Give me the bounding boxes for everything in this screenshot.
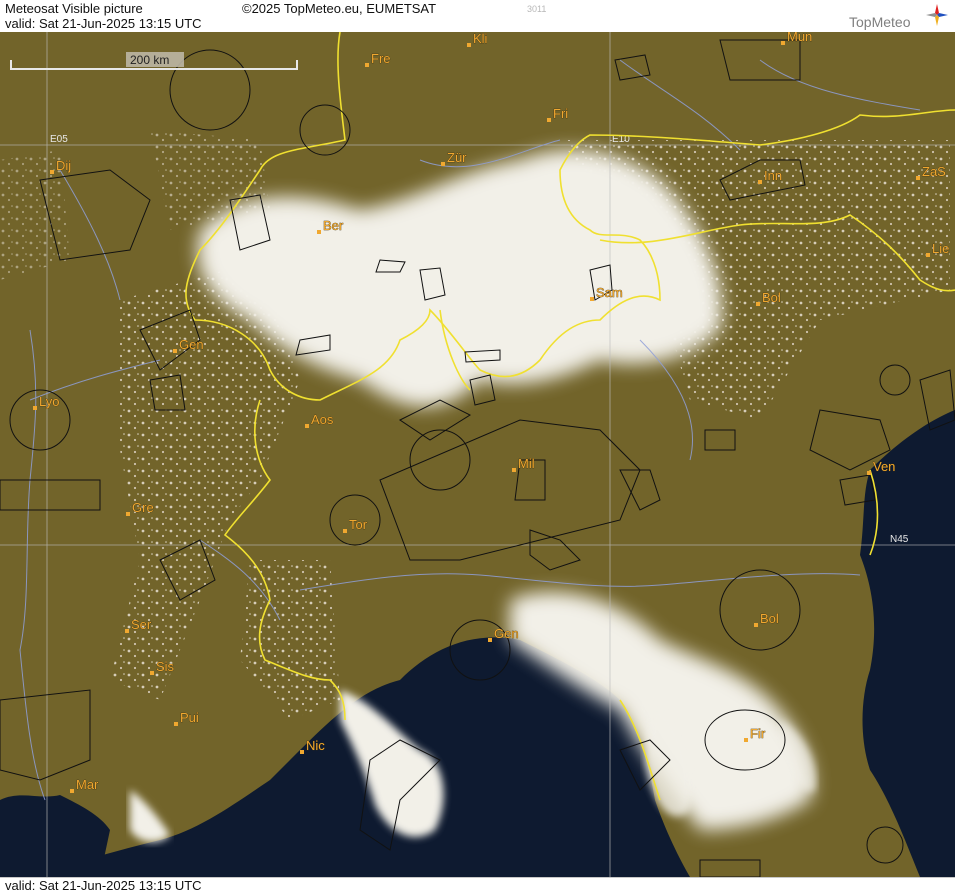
city-dot — [926, 253, 930, 257]
city-label: Gen — [179, 337, 204, 352]
valid-time: valid: Sat 21-Jun-2025 13:15 UTC — [5, 16, 202, 31]
city-dot — [300, 750, 304, 754]
city-label: Lie — [932, 241, 949, 256]
compass-star-icon — [926, 4, 948, 26]
city-label: Gre — [132, 500, 154, 515]
city-dot — [467, 43, 471, 47]
city-label: Gen — [494, 626, 519, 641]
city-label: Kli — [473, 32, 488, 46]
satellite-map: E05 E10 N45 200 km Kli Mun Fre Fri Zür D… — [0, 32, 955, 877]
city-dot — [126, 512, 130, 516]
city-label: Fri — [553, 106, 568, 121]
city-label: Ber — [323, 218, 344, 233]
city-label: Bol — [762, 290, 781, 305]
city-label: Ven — [873, 459, 895, 474]
city-dot — [590, 297, 594, 301]
city-dot — [781, 41, 785, 45]
city-label: Ser — [131, 617, 152, 632]
city-label: Mil — [518, 456, 535, 471]
city-label: Dij — [56, 158, 71, 173]
footer-bar: valid: Sat 21-Jun-2025 13:15 UTC — [0, 877, 955, 894]
city-label: Fir — [750, 726, 766, 741]
city-dot — [50, 170, 54, 174]
city-dot — [744, 738, 748, 742]
city-label: Bol — [760, 611, 779, 626]
scale-bar-label: 200 km — [130, 53, 169, 67]
city-dot — [441, 162, 445, 166]
city-dot — [916, 176, 920, 180]
grid-label-n45: N45 — [890, 534, 909, 545]
product-title: Meteosat Visible picture — [5, 1, 143, 16]
logo-text: TopMeteo — [849, 14, 911, 30]
city-dot — [867, 471, 871, 475]
city-label: Sam — [596, 285, 623, 300]
city-label: Mar — [76, 777, 99, 792]
city-dot — [70, 789, 74, 793]
header-bar: Meteosat Visible picture valid: Sat 21-J… — [0, 0, 955, 33]
footer-valid-time: valid: Sat 21-Jun-2025 13:15 UTC — [5, 878, 202, 893]
city-dot — [488, 638, 492, 642]
city-dot — [305, 424, 309, 428]
city-dot — [756, 302, 760, 306]
city-label: Zür — [447, 150, 467, 165]
city-label: Fre — [371, 51, 391, 66]
city-label: Tor — [349, 517, 368, 532]
city-label: Lyo — [39, 394, 59, 409]
city-dot — [547, 118, 551, 122]
city-dot — [173, 349, 177, 353]
city-label: Aos — [311, 412, 334, 427]
city-dot — [174, 722, 178, 726]
city-dot — [343, 529, 347, 533]
city-dot — [365, 63, 369, 67]
city-dot — [317, 230, 321, 234]
topmeteo-logo: TopMeteo — [849, 3, 949, 31]
city-dot — [150, 671, 154, 675]
copyright: ©2025 TopMeteo.eu, EUMETSAT — [242, 1, 437, 16]
city-dot — [512, 468, 516, 472]
product-code: 3011 — [527, 4, 547, 14]
city-dot — [33, 406, 37, 410]
city-label: Mun — [787, 32, 812, 44]
city-label: Nic — [306, 738, 325, 753]
city-label: ZaS — [922, 164, 946, 179]
city-label: Pui — [180, 710, 199, 725]
city-label: Sis — [156, 659, 175, 674]
city-dot — [758, 180, 762, 184]
city-dot — [754, 623, 758, 627]
city-dot — [125, 629, 129, 633]
grid-label-e05: E05 — [50, 134, 68, 145]
city-label: Inn — [764, 168, 782, 183]
